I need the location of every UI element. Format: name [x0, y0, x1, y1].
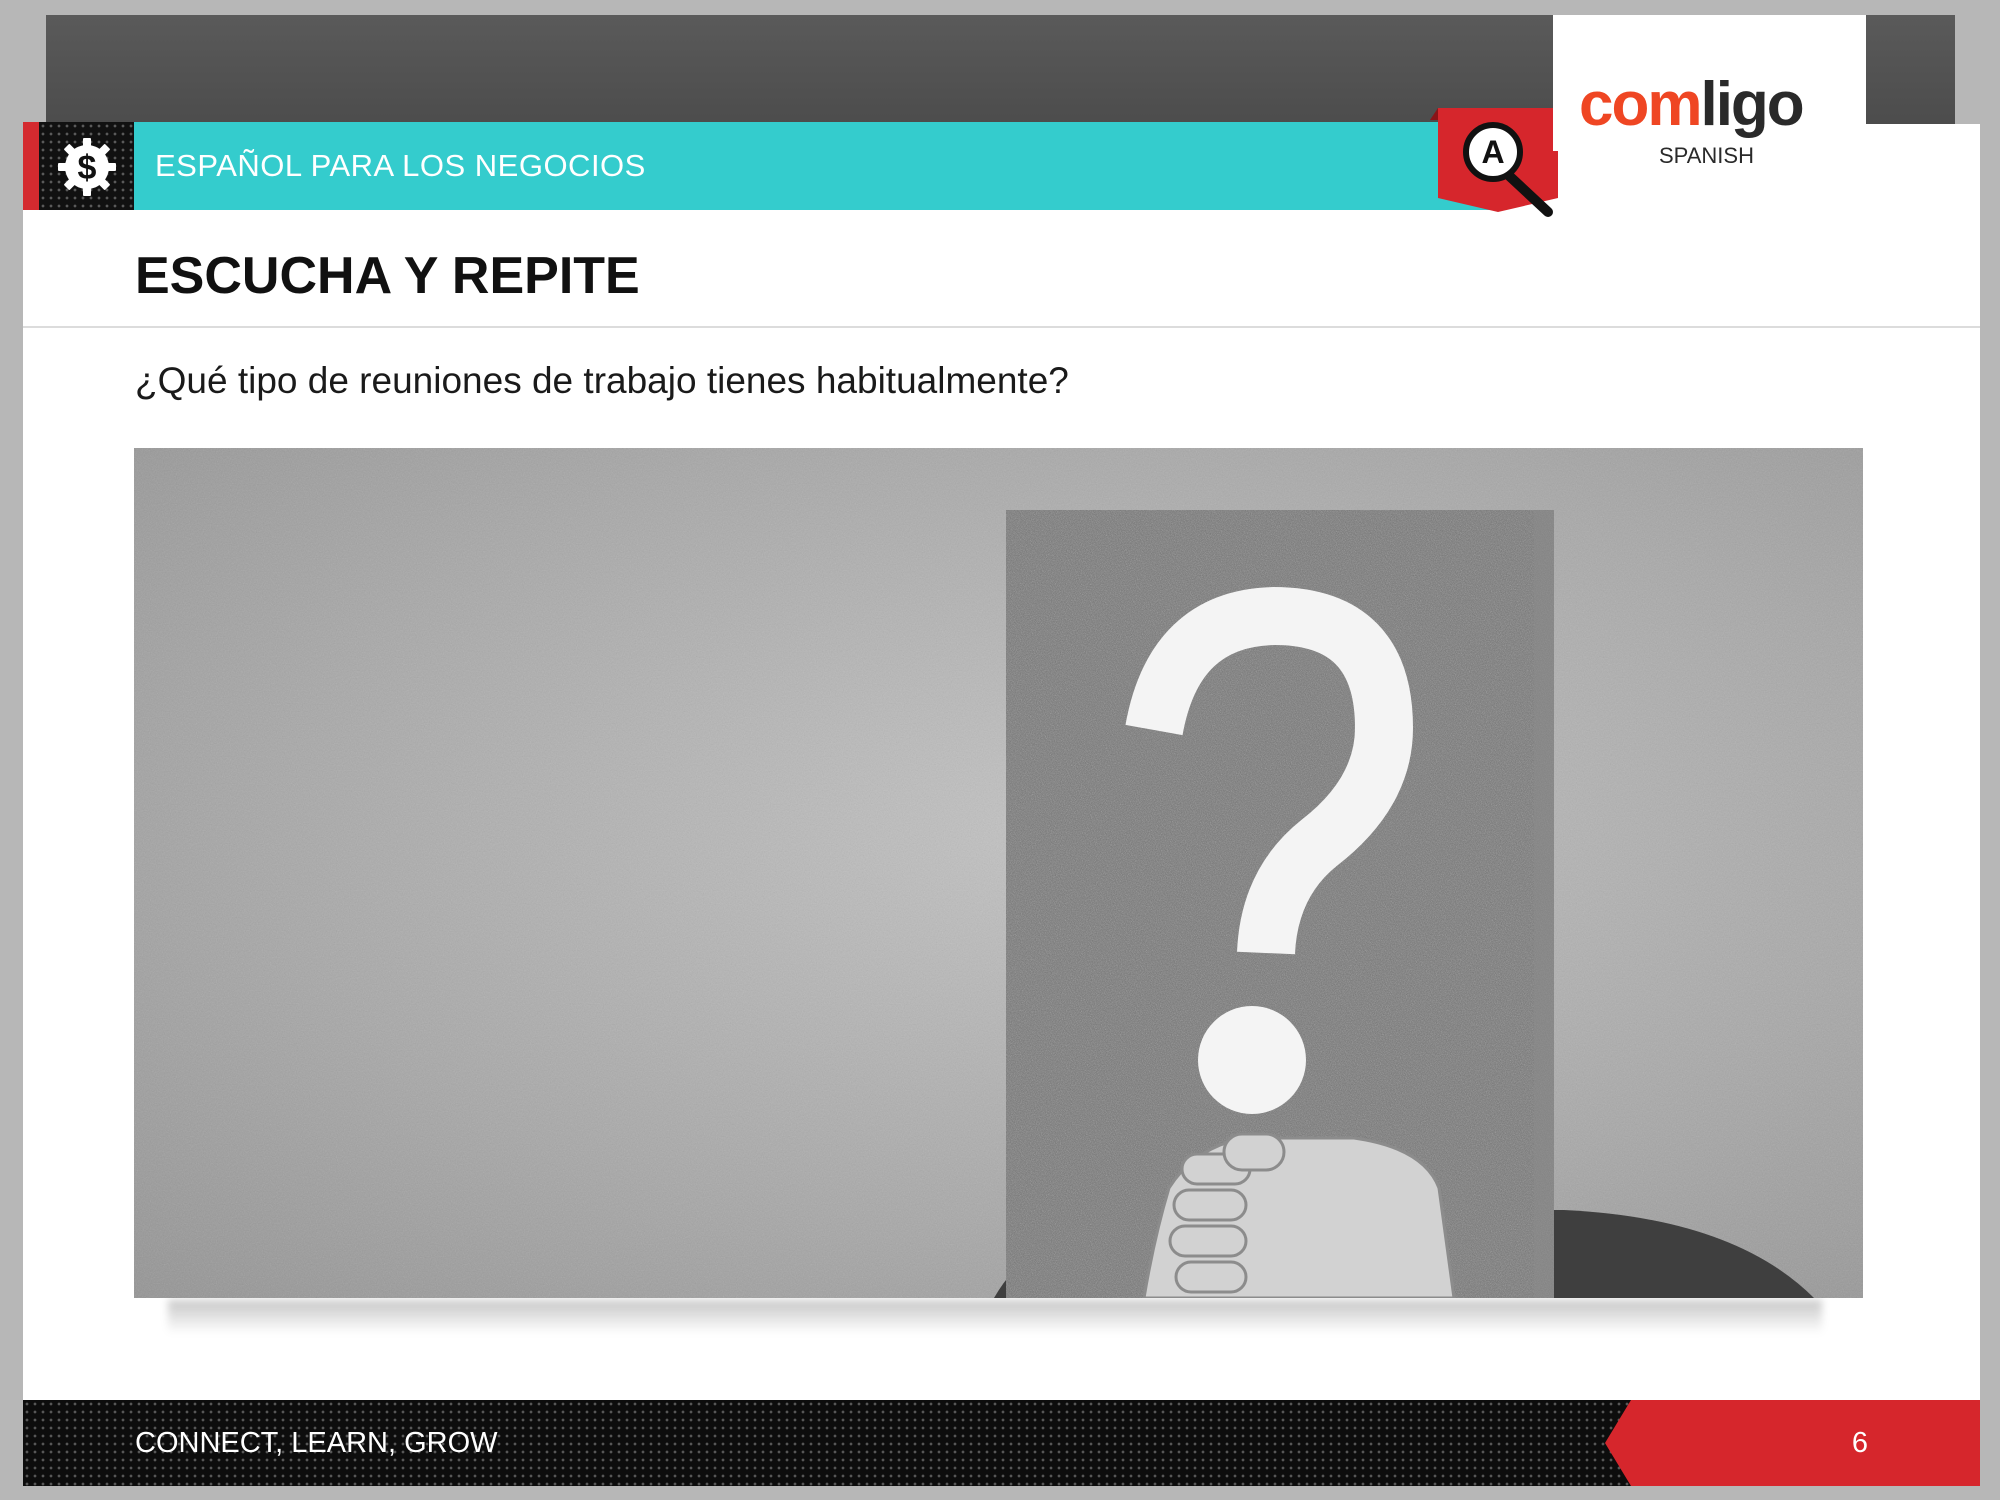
question-mark-photo: [134, 448, 1863, 1298]
logo-wordmark-orange: com: [1579, 73, 1700, 139]
page-number-tab: [1605, 1400, 1980, 1486]
section-label: ESPAÑOL PARA LOS NEGOCIOS: [155, 148, 646, 183]
brand-logo: comligo SPANISH: [1553, 15, 1866, 168]
zoom-badge: A: [1430, 108, 1558, 217]
slide-title: ESCUCHA Y REPITE: [135, 247, 640, 305]
question-text: ¿Qué tipo de reuniones de trabajo tienes…: [135, 360, 1069, 401]
dollar-gear-icon: $: [58, 138, 116, 196]
page-number: 6: [1851, 1427, 1869, 1459]
svg-text:$: $: [78, 149, 97, 187]
logo-sub: SPANISH: [1659, 143, 1754, 168]
footer-tagline: CONNECT, LEARN, GROW: [135, 1427, 498, 1459]
badge-letter: A: [1481, 134, 1504, 170]
section-icon-box: $: [39, 122, 134, 210]
hand: [1142, 1132, 1456, 1298]
wall-texture: [134, 448, 1863, 1298]
svg-text:comligo: comligo: [1579, 73, 1803, 139]
photo-shadow: [168, 1300, 1822, 1334]
title-divider: [23, 326, 1980, 328]
logo-wordmark-dark: ligo: [1700, 73, 1802, 139]
header-red-edge: [23, 122, 39, 210]
